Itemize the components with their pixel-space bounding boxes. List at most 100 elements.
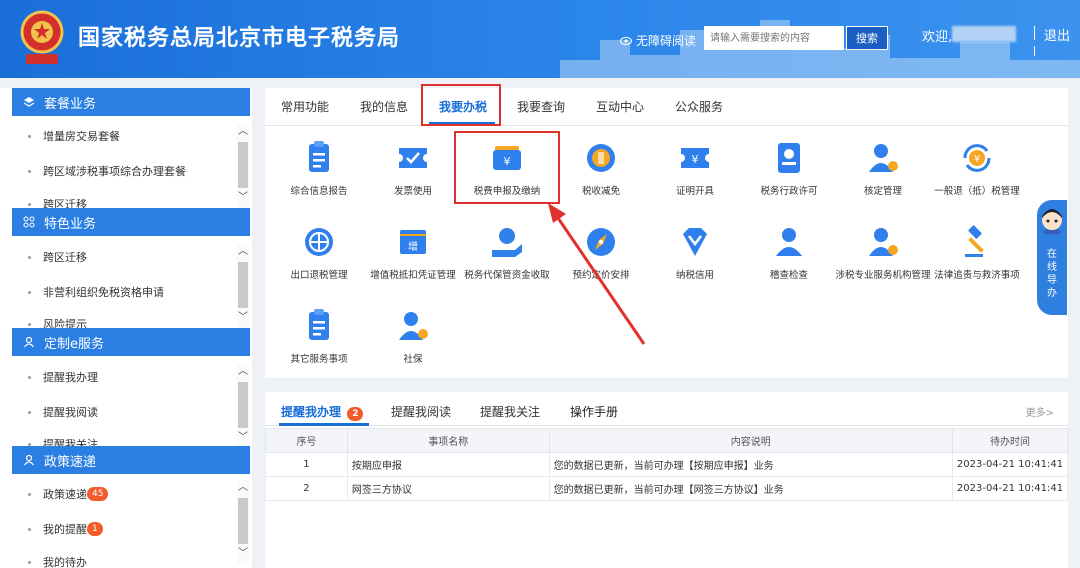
- tab-remind-follow[interactable]: 提醒我关注: [480, 403, 540, 420]
- table-row[interactable]: 2 网签三方协议 您的数据已更新，当前可办理【网签三方协议】业务 2023-04…: [265, 476, 1068, 501]
- tab-query[interactable]: 我要查询: [517, 98, 565, 115]
- highlight-box: [421, 84, 501, 126]
- svg-text:¥: ¥: [692, 153, 699, 166]
- sidebar-item[interactable]: 跨区迁移: [28, 249, 87, 265]
- sidebar-section-package[interactable]: 套餐业务: [12, 88, 250, 116]
- online-guide-label: 在线导办: [1047, 249, 1057, 299]
- chevron-up-icon[interactable]: ︿: [237, 482, 249, 494]
- tab-label: 提醒我办理: [281, 405, 342, 419]
- site-title: 国家税务总局北京市电子税务局: [78, 26, 401, 51]
- assistant-avatar-icon: [1042, 209, 1062, 234]
- chevron-down-icon[interactable]: ﹀: [237, 192, 249, 204]
- divider: [1034, 26, 1035, 40]
- section-title: 套餐业务: [44, 96, 97, 112]
- sidebar-item[interactable]: 提醒我办理: [28, 369, 98, 385]
- scrollbar-thumb[interactable]: [238, 498, 248, 544]
- scrollbar[interactable]: ︿ ﹀: [237, 480, 249, 564]
- section-title: 定制e服务: [44, 336, 104, 352]
- service-item-invoice[interactable]: 发票使用: [365, 138, 461, 198]
- chevron-down-icon[interactable]: ﹀: [237, 432, 249, 444]
- service-item-social-security[interactable]: 社保: [365, 306, 461, 366]
- scrollbar-thumb[interactable]: [238, 382, 248, 428]
- row-desc: 您的数据已更新，当前可办理【按期应申报】业务: [548, 452, 954, 477]
- user-icon: [776, 228, 802, 256]
- service-item-inspection[interactable]: 稽查检查: [741, 222, 837, 282]
- chevron-up-icon[interactable]: ︿: [237, 246, 249, 258]
- globe-icon: [305, 228, 333, 256]
- service-label: 税务行政许可: [760, 186, 818, 197]
- service-item-certificate[interactable]: ¥ 证明开具: [647, 138, 743, 198]
- row-name[interactable]: 网签三方协议: [346, 476, 550, 501]
- service-item-tax-reduction[interactable]: 税收减免: [553, 138, 649, 198]
- sidebar-item[interactable]: 增量房交易套餐: [28, 128, 120, 144]
- sidebar-item[interactable]: 我的提醒 1: [28, 521, 103, 537]
- scrollbar[interactable]: ︿ ﹀: [237, 124, 249, 208]
- sidebar-section-custom[interactable]: 定制e服务: [12, 328, 250, 356]
- row-desc: 您的数据已更新，当前可办理【网签三方协议】业务: [548, 476, 954, 501]
- service-label: 出口退税管理: [290, 270, 348, 281]
- sidebar-item[interactable]: 非营利组织免税资格申请: [28, 284, 164, 300]
- tab-common[interactable]: 常用功能: [281, 98, 329, 115]
- count-badge: 1: [87, 522, 103, 536]
- grid-icon: [22, 215, 36, 229]
- service-label: 法律追责与救济事项: [934, 270, 1020, 281]
- chevron-down-icon[interactable]: ﹀: [237, 548, 249, 560]
- sidebar-item[interactable]: 政策速递 45: [28, 486, 109, 502]
- chevron-up-icon[interactable]: ︿: [237, 366, 249, 378]
- service-label: 一般退（抵）税管理: [934, 186, 1020, 197]
- scrollbar[interactable]: ︿ ﹀: [237, 364, 249, 448]
- service-item-refund[interactable]: ¥ 一般退（抵）税管理: [929, 138, 1025, 198]
- user-name-redacted: [952, 26, 1016, 42]
- active-tab-indicator: [279, 423, 369, 426]
- service-label: 稽查检查: [769, 270, 808, 281]
- service-item-custody-funds[interactable]: 税务代保管资金收取: [459, 222, 555, 282]
- service-item-advance-pricing[interactable]: 预约定价安排: [553, 222, 649, 282]
- service-item-info-report[interactable]: 综合信息报告: [271, 138, 367, 198]
- tab-public[interactable]: 公众服务: [675, 98, 723, 115]
- service-item-admin-license[interactable]: 税务行政许可: [741, 138, 837, 198]
- header-bar: 国家税务总局北京市电子税务局 无障碍阅读 搜索 欢迎, 退出: [0, 0, 1080, 78]
- sidebar-item[interactable]: 我的待办: [28, 556, 87, 568]
- money-bag-hand-icon: [492, 228, 522, 257]
- table-row[interactable]: 1 按期应申报 您的数据已更新，当前可办理【按期应申报】业务 2023-04-2…: [265, 452, 1068, 477]
- service-item-other[interactable]: 其它服务事项: [271, 306, 367, 366]
- more-link[interactable]: 更多>: [1026, 404, 1054, 419]
- user-icon: [22, 453, 36, 467]
- tab-manual[interactable]: 操作手册: [570, 403, 618, 420]
- logout-link[interactable]: 退出: [1044, 25, 1070, 44]
- service-item-export-refund[interactable]: 出口退税管理: [271, 222, 367, 282]
- tab-my-info[interactable]: 我的信息: [360, 98, 408, 115]
- ticket-yuan-icon: ¥: [681, 148, 709, 168]
- service-label: 综合信息报告: [290, 186, 348, 197]
- coin-icon: [587, 144, 615, 172]
- tab-interaction[interactable]: 互动中心: [596, 98, 644, 115]
- service-item-credit[interactable]: 纳税信用: [647, 222, 743, 282]
- chevron-down-icon[interactable]: ﹀: [237, 312, 249, 324]
- service-item-legal-remedy[interactable]: 法律追责与救济事项: [929, 222, 1025, 282]
- service-item-vat-deduction[interactable]: 增 增值税抵扣凭证管理: [365, 222, 461, 282]
- service-item-verification[interactable]: 核定管理: [835, 138, 931, 198]
- scrollbar-thumb[interactable]: [238, 262, 248, 308]
- scrollbar[interactable]: ︿ ﹀: [237, 244, 249, 328]
- layers-icon: [22, 95, 36, 109]
- divider: [1034, 46, 1035, 56]
- scrollbar-thumb[interactable]: [238, 142, 248, 188]
- document-list-icon: [309, 141, 329, 172]
- service-label: 其它服务事项: [290, 354, 348, 365]
- search-input[interactable]: [704, 26, 844, 50]
- row-name[interactable]: 按期应申报: [346, 452, 550, 477]
- column-header: 事项名称: [346, 428, 550, 453]
- sidebar-section-featured[interactable]: 特色业务: [12, 208, 250, 236]
- accessibility-toggle[interactable]: 无障碍阅读: [620, 32, 696, 49]
- sidebar-section-policy[interactable]: 政策速递: [12, 446, 250, 474]
- user-gear-icon: [869, 228, 898, 256]
- sidebar-item[interactable]: 跨区域涉税事项综合办理套餐: [28, 163, 186, 179]
- chevron-up-icon[interactable]: ︿: [237, 126, 249, 138]
- sidebar-item[interactable]: 提醒我阅读: [28, 404, 98, 420]
- search-button[interactable]: 搜索: [846, 26, 888, 50]
- tab-remind-read[interactable]: 提醒我阅读: [391, 403, 451, 420]
- gavel-icon: [965, 225, 984, 257]
- count-badge: 2: [347, 407, 364, 421]
- service-item-agency-management[interactable]: 涉税专业服务机构管理: [835, 222, 931, 282]
- tab-remind-handle[interactable]: 提醒我办理 2: [281, 403, 364, 421]
